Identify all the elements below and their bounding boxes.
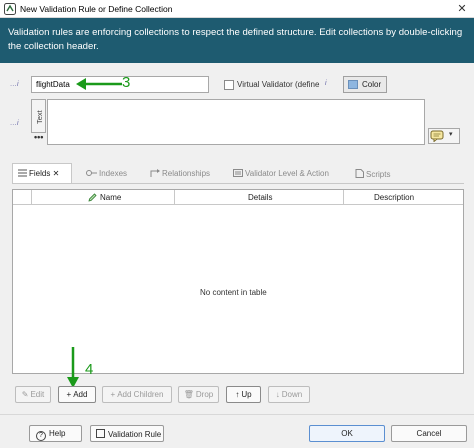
down-button[interactable]: ↓ Down <box>268 386 310 403</box>
tab-indexes[interactable]: Indexes <box>86 169 127 185</box>
chevron-down-icon: ▾ <box>449 131 453 138</box>
validator-icon <box>233 169 243 177</box>
trash-icon: 🗑 <box>183 390 194 399</box>
tab-scripts-label: Scripts <box>366 170 391 179</box>
cancel-button[interactable]: Cancel <box>391 425 467 442</box>
arrow-down-icon: ↓ <box>275 390 280 399</box>
up-button[interactable]: ↑ Up <box>226 386 261 403</box>
tab-fields-label: Fields ✕ <box>29 169 60 178</box>
drop-button-label: Drop <box>195 390 214 399</box>
info-banner: Validation rules are enforcing collectio… <box>0 18 474 63</box>
tab-indexes-label: Indexes <box>99 169 128 178</box>
edit-icon: ✎ <box>21 390 29 399</box>
annotation-arrow-down-icon <box>67 347 79 388</box>
tab-validator-level-label: Validator Level & Action <box>245 169 329 178</box>
virtual-validator-checkbox[interactable] <box>224 80 234 90</box>
footer-divider <box>0 414 474 415</box>
relationship-arrow-icon <box>150 169 160 177</box>
add-button-label: Add <box>73 390 88 399</box>
annotation-callout-4: 4 <box>85 361 94 378</box>
column-separator <box>343 190 344 205</box>
text-side-tab-label: Text <box>35 110 44 124</box>
comment-icon <box>430 130 444 142</box>
pencil-icon <box>88 193 97 202</box>
up-button-label: Up <box>241 390 252 399</box>
color-swatch <box>348 80 358 89</box>
text-side-tab[interactable]: Text <box>31 99 46 133</box>
list-icon <box>18 169 27 177</box>
annotation-callout-3: 3 <box>122 74 131 91</box>
tab-fields[interactable]: Fields ✕ <box>18 169 59 185</box>
column-separator <box>31 190 32 205</box>
tab-relationships[interactable]: Relationships <box>150 169 210 185</box>
ok-button[interactable]: OK <box>309 425 385 442</box>
info-icon: …i <box>10 81 19 88</box>
key-icon <box>86 170 97 176</box>
virtual-validator-label: Virtual Validator (define <box>237 80 320 89</box>
edit-button-label: Edit <box>30 390 45 399</box>
help-icon: ? <box>36 431 46 441</box>
arrow-up-icon: ↑ <box>235 390 240 399</box>
description-textarea[interactable] <box>47 99 425 145</box>
annotation-arrow-left-icon <box>76 78 122 90</box>
drop-button[interactable]: 🗑 Drop <box>178 386 219 403</box>
empty-table-message: No content in table <box>200 288 267 297</box>
info-icon: …i <box>10 120 19 127</box>
column-separator <box>174 190 175 205</box>
add-children-button-label: Add Children <box>117 390 164 399</box>
plus-icon: + <box>66 390 72 399</box>
color-button-label: Color <box>362 80 382 89</box>
validation-rule-button[interactable]: Validation Rule <box>90 425 164 442</box>
column-header-description[interactable]: Description <box>374 193 414 202</box>
app-logo-icon <box>4 3 16 15</box>
add-children-button[interactable]: + Add Children <box>102 386 172 403</box>
close-window-button[interactable]: ✕ <box>452 1 472 17</box>
plus-icon: + <box>110 390 116 399</box>
tab-scripts[interactable]: Scripts <box>355 169 390 185</box>
down-button-label: Down <box>281 390 303 399</box>
edit-button[interactable]: ✎ Edit <box>15 386 51 403</box>
help-button[interactable]: ? Help <box>29 425 82 442</box>
validation-rule-icon <box>96 429 105 438</box>
help-button-label: Help <box>49 429 66 438</box>
more-options-button[interactable]: ••• <box>34 132 43 142</box>
column-header-name[interactable]: Name <box>100 193 121 202</box>
tab-validator-level[interactable]: Validator Level & Action <box>233 169 329 185</box>
window-title: New Validation Rule or Define Collection <box>20 4 173 14</box>
column-header-details[interactable]: Details <box>248 193 272 202</box>
validation-rule-button-label: Validation Rule <box>108 430 162 439</box>
add-button[interactable]: + Add <box>58 386 96 403</box>
info-icon: i <box>325 80 327 87</box>
tab-relationships-label: Relationships <box>162 169 211 178</box>
script-icon <box>355 169 364 178</box>
